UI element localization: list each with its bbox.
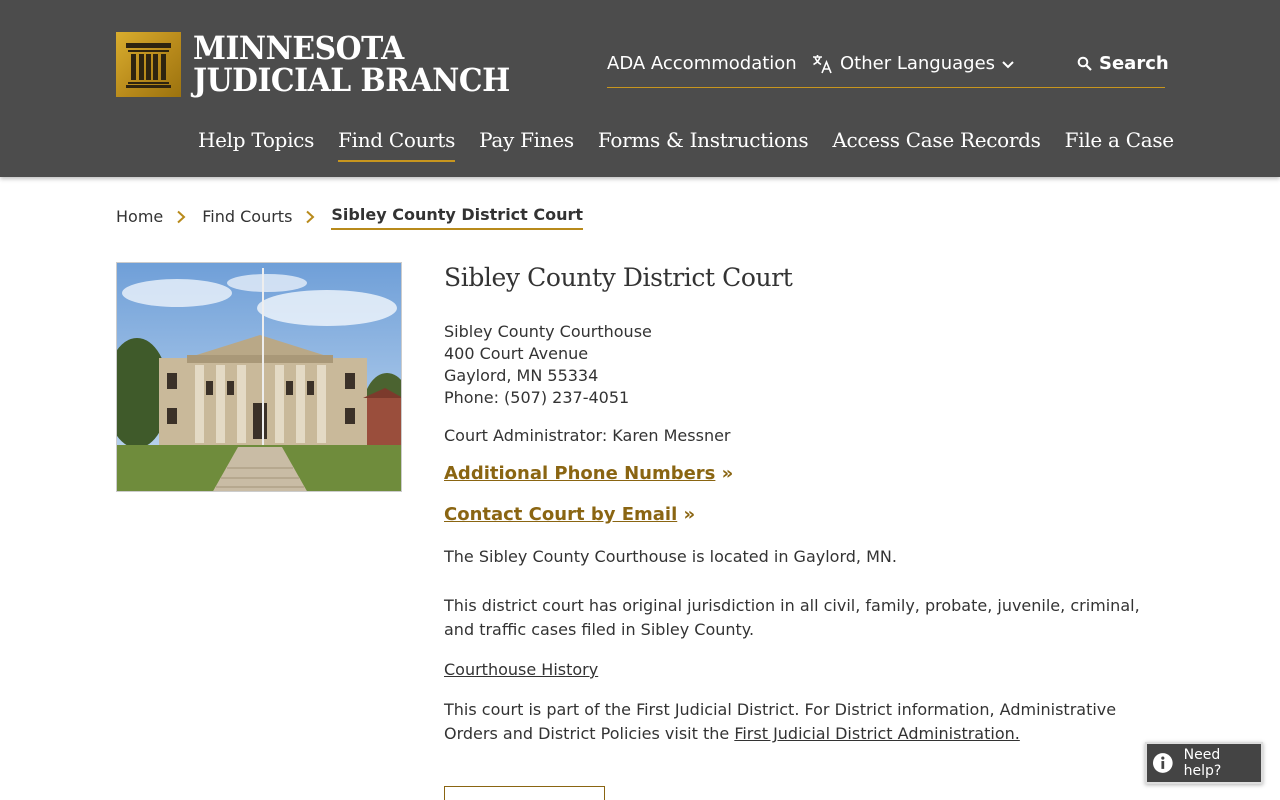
logo-wordmark[interactable]: MINNESOTA JUDICIAL BRANCH [193, 32, 534, 96]
email-row: Contact Court by Email » [444, 503, 1166, 527]
nav-find-courts[interactable]: Find Courts [338, 126, 455, 162]
ada-accommodation-link[interactable]: ADA Accommodation [607, 52, 797, 76]
logo-pillar-icon[interactable] [116, 32, 181, 97]
arrow-icon: » [683, 504, 696, 525]
contact-court-email-link[interactable]: Contact Court by Email [444, 503, 677, 527]
search-button[interactable]: Search [1077, 52, 1169, 76]
courthouse-history-link[interactable]: Courthouse History [444, 660, 598, 679]
chevron-down-icon [1002, 61, 1014, 69]
breadcrumb-current: Sibley County District Court [331, 203, 584, 230]
court-details: Sibley County District Court Sibley Coun… [444, 262, 1166, 746]
other-languages-dropdown[interactable]: Other Languages [810, 52, 1015, 76]
outline-button[interactable] [444, 786, 605, 800]
phone-numbers-row: Additional Phone Numbers » [444, 462, 1166, 486]
address-city: Gaylord, MN 55334 [444, 366, 599, 385]
chevron-right-icon [306, 210, 315, 223]
jurisdiction-text: This district court has original jurisdi… [444, 596, 1140, 639]
breadcrumb: Home Find Courts Sibley County District … [116, 203, 584, 230]
courthouse-photo [116, 262, 402, 492]
utility-bar: ADA Accommodation Other Languages Search [607, 50, 1169, 88]
site-header: MINNESOTA JUDICIAL BRANCH ADA Accommodat… [0, 0, 1280, 177]
nav-access-case-records[interactable]: Access Case Records [832, 126, 1041, 162]
need-help-label: Need help? [1183, 747, 1222, 779]
other-languages-label: Other Languages [840, 53, 996, 74]
district-text: This court is part of the First Judicial… [444, 698, 1166, 746]
address-phone: Phone: (507) 237-4051 [444, 388, 630, 407]
nav-help-topics[interactable]: Help Topics [198, 126, 314, 162]
logo-line-1: MINNESOTA [193, 29, 404, 67]
logo-line-2: JUDICIAL BRANCH [193, 61, 510, 99]
main-nav: Help Topics Find Courts Pay Fines Forms … [198, 126, 1198, 162]
breadcrumb-home[interactable]: Home [116, 205, 163, 229]
first-judicial-district-link[interactable]: First Judicial District Administration. [734, 724, 1020, 743]
arrow-icon: » [721, 463, 734, 484]
location-text: The Sibley County Courthouse is located … [444, 547, 897, 566]
translate-icon [813, 55, 832, 74]
chevron-right-icon [177, 210, 186, 223]
address-building: Sibley County Courthouse [444, 322, 652, 341]
additional-phone-numbers-link[interactable]: Additional Phone Numbers [444, 462, 715, 486]
nav-forms-instructions[interactable]: Forms & Instructions [598, 126, 809, 162]
need-help-button[interactable]: Need help? [1145, 742, 1263, 784]
nav-pay-fines[interactable]: Pay Fines [479, 126, 574, 162]
address-street: 400 Court Avenue [444, 344, 589, 363]
nav-file-a-case[interactable]: File a Case [1065, 126, 1174, 162]
search-label: Search [1099, 53, 1169, 74]
page-title: Sibley County District Court [444, 263, 793, 292]
info-icon [1152, 753, 1173, 773]
history-row: Courthouse History [444, 658, 1166, 682]
search-icon [1077, 56, 1092, 71]
breadcrumb-find-courts[interactable]: Find Courts [202, 205, 292, 229]
court-administrator: Court Administrator: Karen Messner [444, 426, 731, 445]
court-address: Sibley County Courthouse 400 Court Avenu… [444, 321, 1166, 409]
